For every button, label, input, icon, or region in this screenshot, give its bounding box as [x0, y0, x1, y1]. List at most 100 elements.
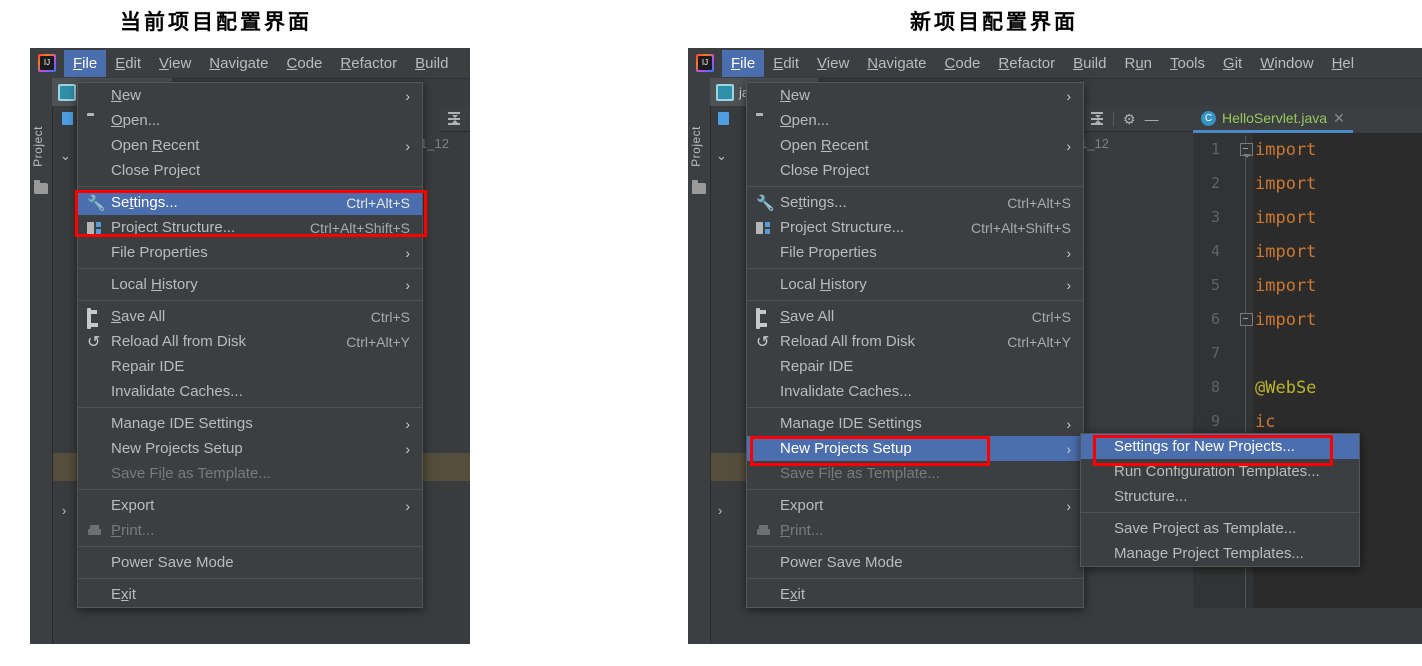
- menu-item-exit[interactable]: Exit: [747, 582, 1083, 607]
- menu-item-project-structure[interactable]: Project Structure... Ctrl+Alt+Shift+S: [747, 215, 1083, 240]
- folder-icon[interactable]: [692, 180, 706, 194]
- menubar-item-view[interactable]: View: [808, 50, 858, 77]
- menu-item-exit[interactable]: Exit: [78, 582, 422, 607]
- menu-item-new-projects-setup[interactable]: New Projects Setup ›: [747, 436, 1083, 461]
- left-menubar[interactable]: FileEditViewNavigateCodeRefactorBuild: [30, 48, 470, 79]
- menu-item-new-projects-setup[interactable]: New Projects Setup ›: [78, 436, 422, 461]
- tree-expand-chevron-icon[interactable]: ⌄: [60, 148, 71, 164]
- menu-item-settings[interactable]: 🔧 Settings... Ctrl+Alt+S: [78, 190, 422, 215]
- menu-item-manage-ide-settings[interactable]: Manage IDE Settings ›: [78, 411, 422, 436]
- code-line: import: [1255, 276, 1317, 296]
- menubar-item-navigate[interactable]: Navigate: [200, 50, 277, 77]
- left-toolbar[interactable]: [440, 106, 470, 132]
- menubar-item-refactor[interactable]: Refactor: [989, 50, 1064, 77]
- menu-item-save-all[interactable]: Save All Ctrl+S: [78, 304, 422, 329]
- caption-new-project: 新项目配置界面: [910, 10, 1078, 34]
- menubar-item-file[interactable]: File: [722, 49, 765, 77]
- menu-item-save-project-as-template[interactable]: Save Project as Template...: [1081, 516, 1359, 541]
- tree-expand-chevron-icon[interactable]: ⌄: [716, 148, 727, 164]
- menu-item-repair-ide[interactable]: Repair IDE: [747, 354, 1083, 379]
- menu-item-power-save-mode[interactable]: Power Save Mode: [747, 550, 1083, 575]
- file-menu-popup[interactable]: New › Open... Open Recent › Close Project 🔧 Set…: [77, 82, 423, 608]
- close-icon[interactable]: ✕: [1333, 110, 1345, 127]
- right-toolbar[interactable]: ⚙ —: [1083, 106, 1193, 132]
- code-fold-toggle-icon[interactable]: [1240, 313, 1253, 326]
- menu-item-save-all[interactable]: Save All Ctrl+S: [747, 304, 1083, 329]
- menu-item-label: Open...: [780, 112, 830, 129]
- menu-item-export[interactable]: Export ›: [78, 493, 422, 518]
- menu-item-local-history[interactable]: Local History ›: [747, 272, 1083, 297]
- menu-item-project-structure[interactable]: Project Structure... Ctrl+Alt+Shift+S: [78, 215, 422, 240]
- menu-item-power-save-mode[interactable]: Power Save Mode: [78, 550, 422, 575]
- menu-item-file-properties[interactable]: File Properties ›: [747, 240, 1083, 265]
- menubar-item-window[interactable]: Window: [1251, 50, 1322, 77]
- menubar-item-run[interactable]: Run: [1115, 50, 1161, 77]
- menu-item-export[interactable]: Export ›: [747, 493, 1083, 518]
- editor-tab-helloservlet[interactable]: C HelloServlet.java ✕: [1193, 106, 1353, 133]
- menubar-item-refactor[interactable]: Refactor: [331, 50, 406, 77]
- menu-separator: [78, 546, 422, 547]
- right-menubar[interactable]: FileEditViewNavigateCodeRefactorBuildRun…: [688, 48, 1422, 79]
- menu-item-structure[interactable]: Structure...: [1081, 484, 1359, 509]
- menu-item-label: Reload All from Disk: [111, 333, 247, 350]
- tree-collapse-chevron-icon[interactable]: ›: [62, 503, 66, 518]
- menu-item-settings-for-new-projects[interactable]: Settings for New Projects...: [1081, 434, 1359, 459]
- menubar-item-file[interactable]: File: [64, 49, 107, 77]
- sidebar-item-project[interactable]: Project: [31, 126, 45, 167]
- structure-icon: [87, 220, 104, 236]
- menu-item-new[interactable]: New ›: [78, 83, 422, 108]
- menubar-item-navigate[interactable]: Navigate: [858, 50, 935, 77]
- sidebar-item-project[interactable]: Project: [689, 126, 703, 167]
- menu-item-manage-ide-settings[interactable]: Manage IDE Settings ›: [747, 411, 1083, 436]
- menu-item-run-configuration-templates[interactable]: Run Configuration Templates...: [1081, 459, 1359, 484]
- file-icon: [718, 112, 729, 125]
- menu-item-shortcut: Ctrl+Alt+Y: [346, 333, 410, 350]
- menu-item-label: Close Project: [780, 162, 870, 179]
- tree-file-icon-row[interactable]: [62, 112, 73, 128]
- menubar-item-build[interactable]: Build: [1064, 50, 1115, 77]
- menubar-item-edit[interactable]: Edit: [106, 50, 150, 77]
- menu-item-label: Reload All from Disk: [780, 333, 916, 350]
- new-projects-setup-submenu[interactable]: Settings for New Projects... Run Configur…: [1080, 433, 1360, 567]
- menu-item-close-project[interactable]: Close Project: [78, 158, 422, 183]
- menu-item-invalidate-caches[interactable]: Invalidate Caches...: [747, 379, 1083, 404]
- menubar-item-tools[interactable]: Tools: [1161, 50, 1214, 77]
- menu-item-repair-ide[interactable]: Repair IDE: [78, 354, 422, 379]
- menubar-item-code[interactable]: Code: [936, 50, 990, 77]
- menubar-item-edit[interactable]: Edit: [764, 50, 808, 77]
- menu-item-close-project[interactable]: Close Project: [747, 158, 1083, 183]
- code-fold-toggle-icon[interactable]: [1240, 143, 1253, 158]
- right-tool-strip[interactable]: Project: [688, 78, 711, 644]
- editor-tabbar[interactable]: C HelloServlet.java ✕: [1193, 106, 1422, 133]
- menubar-item-git[interactable]: Git: [1214, 50, 1251, 77]
- menu-separator: [78, 407, 422, 408]
- menubar-item-hel[interactable]: Hel: [1323, 50, 1364, 77]
- menubar-item-view[interactable]: View: [150, 50, 200, 77]
- menu-item-file-properties[interactable]: File Properties ›: [78, 240, 422, 265]
- structure-icon: [756, 220, 773, 236]
- collapse-all-icon[interactable]: [447, 112, 461, 125]
- gear-icon[interactable]: ⚙: [1123, 112, 1136, 126]
- menubar-item-build[interactable]: Build: [406, 50, 457, 77]
- left-tool-strip[interactable]: Project: [30, 78, 53, 644]
- menu-item-new[interactable]: New ›: [747, 83, 1083, 108]
- menu-item-reload-all-from-disk[interactable]: ↺ Reload All from Disk Ctrl+Alt+Y: [78, 329, 422, 354]
- chevron-right-icon: ›: [1066, 87, 1071, 104]
- menu-item-reload-all-from-disk[interactable]: ↺ Reload All from Disk Ctrl+Alt+Y: [747, 329, 1083, 354]
- menu-item-invalidate-caches[interactable]: Invalidate Caches...: [78, 379, 422, 404]
- minimize-icon[interactable]: —: [1145, 112, 1159, 126]
- menu-item-open-recent[interactable]: Open Recent ›: [78, 133, 422, 158]
- file-menu-popup[interactable]: New › Open... Open Recent › Close Project 🔧 Set…: [746, 82, 1084, 608]
- collapse-all-icon[interactable]: [1090, 112, 1104, 125]
- menu-item-local-history[interactable]: Local History ›: [78, 272, 422, 297]
- menubar-item-code[interactable]: Code: [278, 50, 332, 77]
- menu-item-open[interactable]: Open...: [78, 108, 422, 133]
- menu-item-open-recent[interactable]: Open Recent ›: [747, 133, 1083, 158]
- tree-collapse-chevron-icon[interactable]: ›: [718, 503, 722, 518]
- tree-file-icon-row[interactable]: [718, 112, 729, 128]
- menu-item-manage-project-templates[interactable]: Manage Project Templates...: [1081, 541, 1359, 566]
- menu-item-settings[interactable]: 🔧 Settings... Ctrl+Alt+S: [747, 190, 1083, 215]
- folder-icon[interactable]: [34, 180, 48, 194]
- menu-separator: [747, 407, 1083, 408]
- menu-item-open[interactable]: Open...: [747, 108, 1083, 133]
